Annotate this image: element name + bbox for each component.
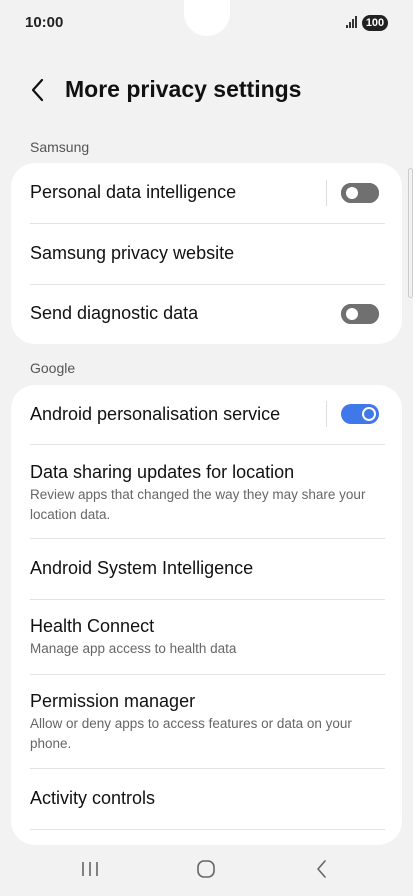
google-settings-card: Android personalisation service Data sha… xyxy=(11,385,402,845)
samsung-privacy-website-row[interactable]: Samsung privacy website xyxy=(11,224,402,284)
row-title: Permission manager xyxy=(30,691,196,711)
nav-back-button[interactable] xyxy=(302,854,342,884)
signal-icon xyxy=(346,16,360,28)
send-diagnostic-data-row[interactable]: Send diagnostic data xyxy=(11,285,402,344)
section-label-google: Google xyxy=(30,360,76,376)
android-personalisation-row[interactable]: Android personalisation service xyxy=(11,385,402,444)
back-button[interactable] xyxy=(26,74,52,106)
row-title: Android personalisation service xyxy=(30,404,281,424)
divider xyxy=(30,829,385,830)
recents-button[interactable] xyxy=(70,854,110,884)
personal-data-intelligence-row[interactable]: Personal data intelligence xyxy=(11,163,402,223)
recents-icon xyxy=(82,862,98,876)
row-title: Activity controls xyxy=(30,788,156,808)
scrollbar[interactable] xyxy=(408,168,413,298)
row-title: Personal data intelligence xyxy=(30,182,237,202)
personal-data-intelligence-toggle[interactable] xyxy=(341,183,379,203)
chevron-left-icon xyxy=(31,78,44,102)
row-subtitle: Review apps that changed the way they ma… xyxy=(30,487,366,522)
toggle-knob xyxy=(346,187,358,199)
section-label-samsung: Samsung xyxy=(30,139,90,155)
app-header: More privacy settings xyxy=(0,60,413,120)
row-title: Health Connect xyxy=(30,616,155,636)
row-subtitle: Allow or deny apps to access features or… xyxy=(30,716,352,751)
send-diagnostic-data-toggle[interactable] xyxy=(341,304,379,324)
row-title: Data sharing updates for location xyxy=(30,462,295,482)
status-bar: 10:00 100 xyxy=(0,0,413,46)
row-subtitle: Manage app access to health data xyxy=(30,641,237,656)
row-title: Send diagnostic data xyxy=(30,303,199,323)
camera-notch xyxy=(184,0,230,36)
health-connect-row[interactable]: Health Connect Manage app access to heal… xyxy=(11,600,402,674)
battery-badge: 100 xyxy=(362,15,388,31)
row-separator xyxy=(326,401,327,427)
row-title: Android System Intelligence xyxy=(30,558,254,578)
activity-controls-row[interactable]: Activity controls xyxy=(11,769,402,829)
home-button[interactable] xyxy=(186,854,226,884)
row-separator xyxy=(326,180,327,206)
row-title: Samsung privacy website xyxy=(30,243,235,263)
permission-manager-row[interactable]: Permission manager Allow or deny apps to… xyxy=(11,675,402,768)
samsung-settings-card: Personal data intelligence Samsung priva… xyxy=(11,163,402,344)
status-time: 10:00 xyxy=(25,14,64,31)
toggle-knob xyxy=(362,407,376,421)
nav-back-icon xyxy=(317,860,326,878)
android-system-intelligence-row[interactable]: Android System Intelligence xyxy=(11,539,402,599)
page-title: More privacy settings xyxy=(65,76,302,102)
navigation-bar xyxy=(0,842,413,896)
home-icon xyxy=(197,860,215,878)
toggle-knob xyxy=(346,308,358,320)
data-sharing-updates-row[interactable]: Data sharing updates for location Review… xyxy=(11,445,402,538)
android-personalisation-toggle[interactable] xyxy=(341,404,379,424)
